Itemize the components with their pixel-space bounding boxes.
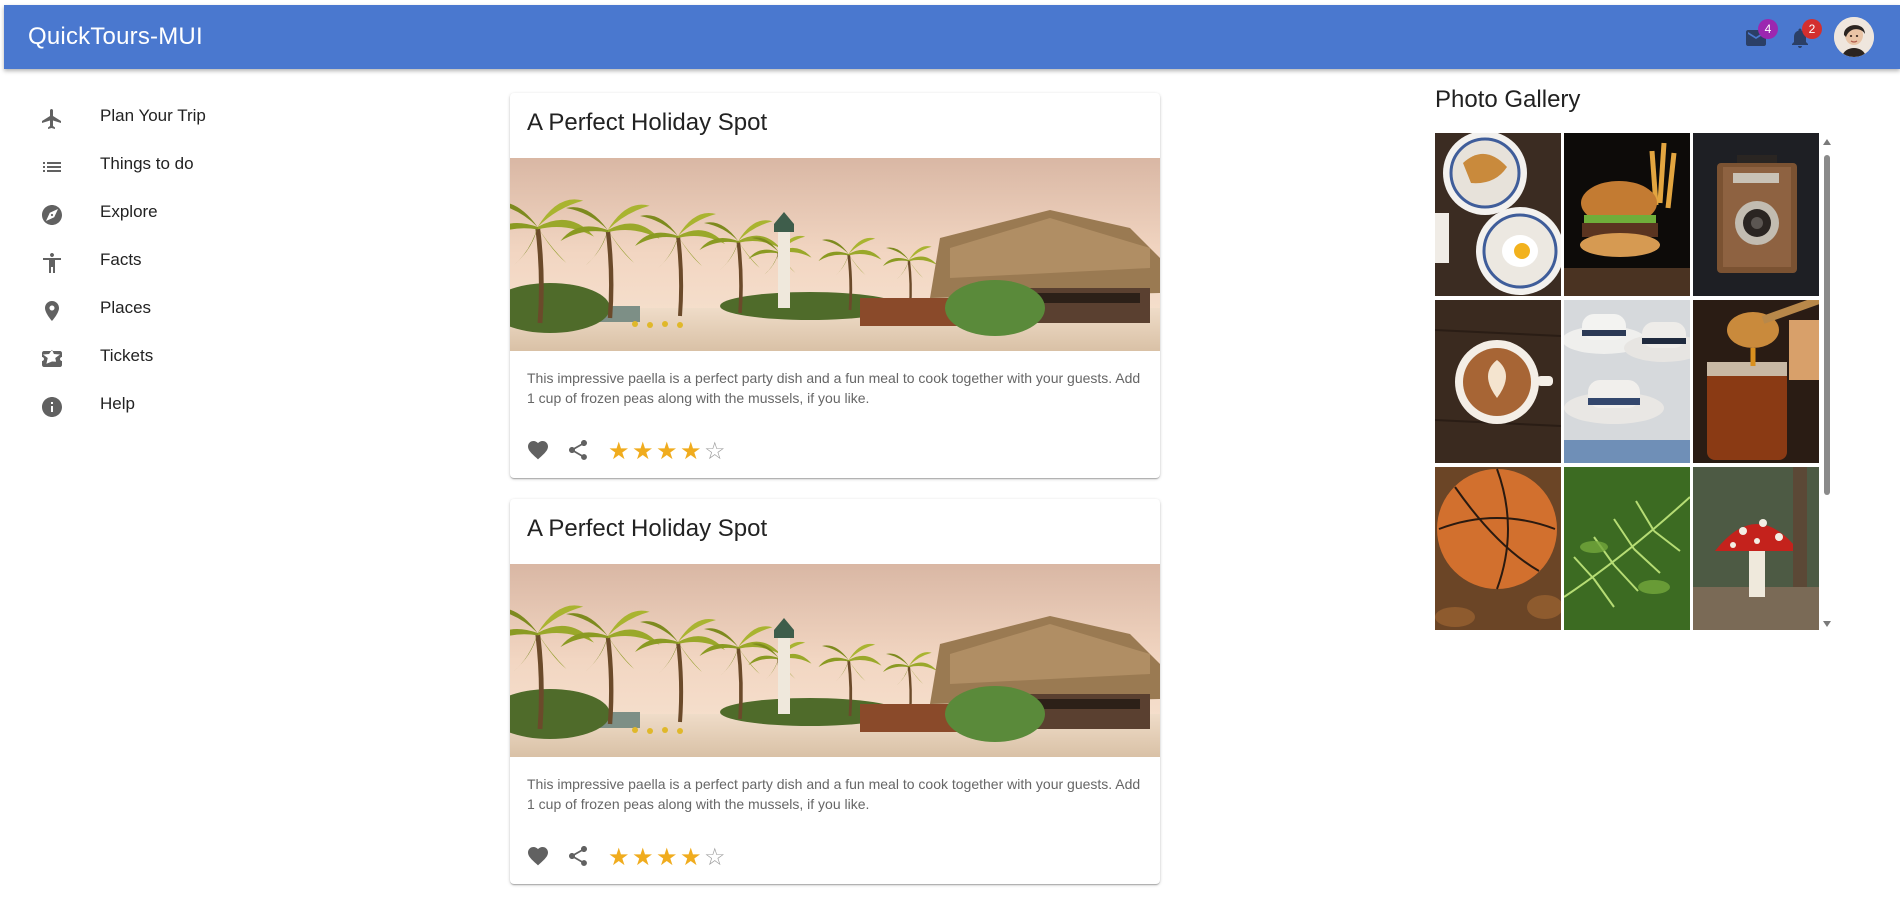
star-empty-icon[interactable]: ☆ xyxy=(704,440,726,464)
card-description: This impressive paella is a perfect part… xyxy=(527,776,1141,812)
photo-gallery xyxy=(1435,133,1820,633)
gallery-photo-breakfast[interactable] xyxy=(1435,133,1561,296)
app-title[interactable]: QuickTours-MUI xyxy=(28,5,203,69)
sidebar-item-help[interactable]: Help xyxy=(28,383,288,431)
sidebar-item-label: Explore xyxy=(100,202,158,221)
gallery-photo-hats[interactable] xyxy=(1564,300,1690,463)
sidebar-item-things-to-do[interactable]: Things to do xyxy=(28,143,288,191)
gallery-scrollbar[interactable] xyxy=(1821,133,1833,633)
heart-icon[interactable] xyxy=(526,844,550,868)
sidebar-item-plan-your-trip[interactable]: Plan Your Trip xyxy=(28,95,288,143)
star-filled-icon[interactable]: ★ xyxy=(656,440,678,464)
sidebar-item-label: Plan Your Trip xyxy=(100,106,206,125)
sidebar-item-facts[interactable]: Facts xyxy=(28,239,288,287)
card-actions: ★ ★ ★ ★ ☆ xyxy=(526,438,826,468)
share-icon[interactable] xyxy=(566,438,590,462)
gallery-photo-burger[interactable] xyxy=(1564,133,1690,296)
card-description: This impressive paella is a perfect part… xyxy=(527,370,1141,406)
sidebar-item-label: Tickets xyxy=(100,346,154,365)
place-pin-icon xyxy=(45,301,59,321)
sidebar-item-label: Help xyxy=(100,394,135,413)
app-bar: QuickTours-MUI 4 2 xyxy=(4,5,1900,69)
star-filled-icon[interactable]: ★ xyxy=(680,846,702,870)
gallery-photo-coffee[interactable] xyxy=(1435,300,1561,463)
compass-icon xyxy=(42,205,62,225)
star-filled-icon[interactable]: ★ xyxy=(632,846,654,870)
tour-card: A Perfect Holiday Spot This impressive p… xyxy=(510,93,1160,478)
gallery-photo-mushroom[interactable] xyxy=(1693,467,1819,630)
star-filled-icon[interactable]: ★ xyxy=(632,440,654,464)
star-filled-icon[interactable]: ★ xyxy=(656,846,678,870)
tour-card: A Perfect Holiday Spot This impressive p… xyxy=(510,499,1160,884)
star-filled-icon[interactable]: ★ xyxy=(680,440,702,464)
star-filled-icon[interactable]: ★ xyxy=(608,440,630,464)
user-avatar[interactable] xyxy=(1834,17,1874,57)
card-title: A Perfect Holiday Spot xyxy=(527,109,768,136)
gallery-photo-fern[interactable] xyxy=(1564,467,1690,630)
mail-button[interactable]: 4 xyxy=(1736,17,1778,57)
ticket-star-icon xyxy=(42,349,62,367)
airplane-icon xyxy=(42,109,61,129)
heart-icon[interactable] xyxy=(526,438,550,462)
sidebar-nav: Plan Your Trip Things to do Explore Fact… xyxy=(28,95,288,431)
sidebar-item-places[interactable]: Places xyxy=(28,287,288,335)
mail-count-badge: 4 xyxy=(1758,19,1778,39)
card-title: A Perfect Holiday Spot xyxy=(527,515,768,542)
sidebar-item-label: Places xyxy=(100,298,152,317)
star-empty-icon[interactable]: ☆ xyxy=(704,846,726,870)
info-icon xyxy=(42,397,62,417)
notification-count-badge: 2 xyxy=(1802,19,1822,39)
accessibility-icon xyxy=(43,253,61,273)
sidebar-item-label: Facts xyxy=(100,250,142,269)
share-icon[interactable] xyxy=(566,844,590,868)
gallery-photo-honey[interactable] xyxy=(1693,300,1819,463)
list-icon xyxy=(43,162,61,172)
sidebar-item-tickets[interactable]: Tickets xyxy=(28,335,288,383)
card-image[interactable] xyxy=(510,564,1160,757)
gallery-title: Photo Gallery xyxy=(1435,86,1581,113)
star-filled-icon[interactable]: ★ xyxy=(608,846,630,870)
gallery-photo-camera[interactable] xyxy=(1693,133,1819,296)
sidebar-item-label: Things to do xyxy=(100,154,194,173)
gallery-photo-basketball[interactable] xyxy=(1435,467,1561,630)
card-actions: ★ ★ ★ ★ ☆ xyxy=(526,844,826,874)
notifications-button[interactable]: 2 xyxy=(1780,17,1822,57)
sidebar-item-explore[interactable]: Explore xyxy=(28,191,288,239)
card-image[interactable] xyxy=(510,158,1160,351)
